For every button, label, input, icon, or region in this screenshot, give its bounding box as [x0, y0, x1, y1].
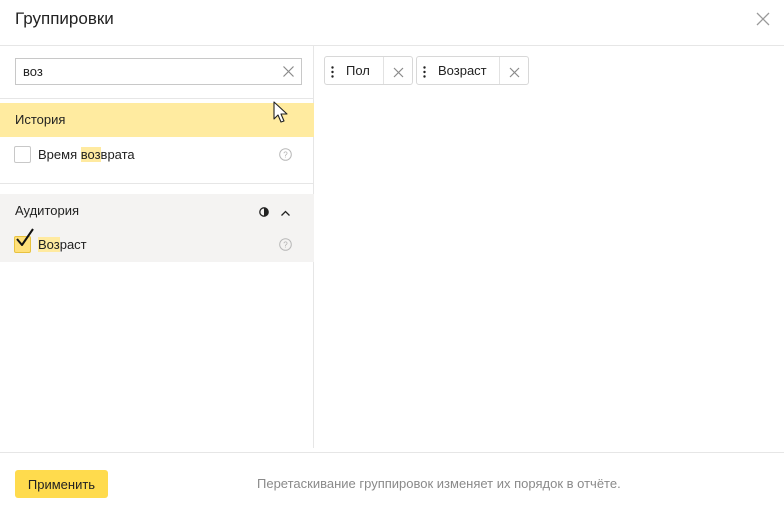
help-icon[interactable]: ?: [279, 238, 292, 251]
clear-search-icon[interactable]: [282, 65, 295, 78]
chevron-up-icon[interactable]: [280, 206, 291, 217]
group-header-audience[interactable]: Аудитория: [0, 194, 314, 228]
remove-icon[interactable]: [393, 65, 404, 78]
chip-label: Возраст: [438, 63, 487, 78]
drag-hint-text: Перетаскивание группировок изменяет их п…: [257, 476, 621, 491]
check-icon: [16, 228, 36, 250]
chip-label: Пол: [346, 63, 370, 78]
svg-text:?: ?: [283, 241, 288, 250]
dialog-title: Группировки: [15, 9, 114, 28]
item-label: Время возврата: [38, 147, 135, 162]
divider: [0, 183, 314, 184]
chip-age[interactable]: Возраст: [416, 56, 529, 85]
remove-icon[interactable]: [509, 65, 520, 78]
divider: [383, 57, 384, 84]
drag-handle-icon[interactable]: [331, 65, 334, 78]
svg-text:?: ?: [283, 151, 288, 160]
drag-handle-icon[interactable]: [423, 65, 426, 78]
half-circle-icon[interactable]: [258, 205, 270, 217]
dialog-header: Группировки: [0, 0, 784, 46]
help-icon[interactable]: ?: [279, 148, 292, 161]
dialog-footer: Применить Перетаскивание группировок изм…: [0, 452, 784, 508]
checkbox[interactable]: [14, 146, 31, 163]
groupings-list-panel: История Время возврата ? Аудитория Возра…: [0, 46, 314, 448]
group-title: История: [15, 112, 66, 127]
search-field: [15, 58, 302, 85]
selected-groupings-panel: Пол Возраст: [315, 46, 784, 448]
divider: [0, 98, 314, 99]
item-label: Возраст: [38, 237, 87, 252]
list-item-age[interactable]: Возраст ?: [0, 228, 314, 262]
apply-button[interactable]: Применить: [15, 470, 108, 498]
group-header-history[interactable]: История: [0, 103, 314, 137]
close-icon[interactable]: [754, 10, 772, 28]
divider: [499, 57, 500, 84]
group-title: Аудитория: [15, 203, 80, 218]
chip-gender[interactable]: Пол: [324, 56, 413, 85]
list-item-return-time[interactable]: Время возврата ?: [0, 138, 314, 172]
search-input[interactable]: [16, 59, 276, 84]
